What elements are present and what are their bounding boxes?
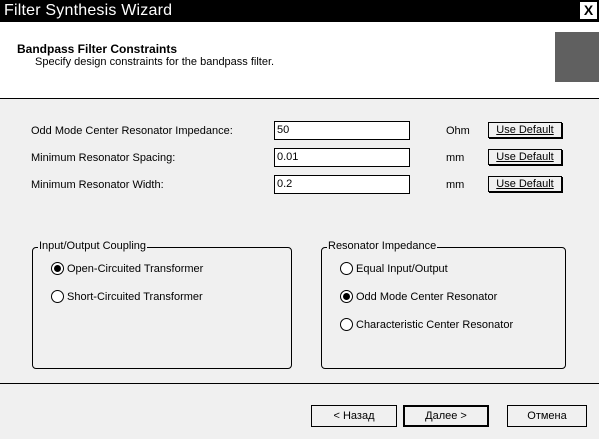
cancel-button[interactable]: Отмена — [507, 405, 587, 427]
impedance-input[interactable]: 50 — [274, 121, 410, 140]
radio-open-circuited[interactable]: Open-Circuited Transformer — [51, 262, 203, 275]
spacing-unit: mm — [446, 152, 465, 164]
radio-checked-icon — [340, 290, 353, 303]
impedance-label: Odd Mode Center Resonator Impedance: — [31, 125, 233, 137]
impedance-group: Resonator Impedance Equal Input/Output O… — [321, 240, 566, 369]
width-unit: mm — [446, 179, 465, 191]
radio-label: Odd Mode Center Resonator — [356, 290, 498, 303]
radio-short-circuited[interactable]: Short-Circuited Transformer — [51, 290, 203, 303]
radio-label: Short-Circuited Transformer — [67, 290, 203, 303]
header-title: Bandpass Filter Constraints — [17, 42, 178, 56]
back-button[interactable]: < Назад — [311, 405, 397, 427]
radio-unchecked-icon — [340, 318, 353, 331]
radio-unchecked-icon — [340, 262, 353, 275]
radio-checked-icon — [51, 262, 64, 275]
footer-divider — [0, 383, 599, 384]
impedance-unit: Ohm — [446, 125, 470, 137]
width-label: Minimum Resonator Width: — [31, 179, 164, 191]
close-icon[interactable]: X — [580, 2, 597, 19]
width-default-button[interactable]: Use Default — [488, 176, 562, 192]
radio-characteristic[interactable]: Characteristic Center Resonator — [340, 318, 513, 331]
window-title: Filter Synthesis Wizard — [4, 2, 173, 19]
radio-unchecked-icon — [51, 290, 64, 303]
radio-odd-mode[interactable]: Odd Mode Center Resonator — [340, 290, 497, 303]
width-input[interactable]: 0.2 — [274, 175, 410, 194]
header-image — [555, 32, 599, 82]
header-subtitle: Specify design constraints for the bandp… — [35, 56, 275, 68]
coupling-group-label: Input/Output Coupling — [38, 240, 148, 252]
impedance-group-label: Resonator Impedance — [327, 240, 438, 252]
coupling-group: Input/Output Coupling Open-Circuited Tra… — [32, 240, 292, 369]
wizard-header: Bandpass Filter Constraints Specify desi… — [0, 22, 599, 99]
radio-label: Open-Circuited Transformer — [67, 262, 204, 275]
title-bar: Filter Synthesis Wizard X — [0, 0, 599, 22]
impedance-default-button[interactable]: Use Default — [488, 122, 562, 138]
spacing-input[interactable]: 0.01 — [274, 148, 410, 167]
spacing-default-button[interactable]: Use Default — [488, 149, 562, 165]
radio-equal-io[interactable]: Equal Input/Output — [340, 262, 448, 275]
radio-label: Equal Input/Output — [356, 262, 448, 275]
spacing-label: Minimum Resonator Spacing: — [31, 152, 176, 164]
next-button[interactable]: Далее > — [403, 405, 489, 427]
radio-label: Characteristic Center Resonator — [356, 318, 514, 331]
